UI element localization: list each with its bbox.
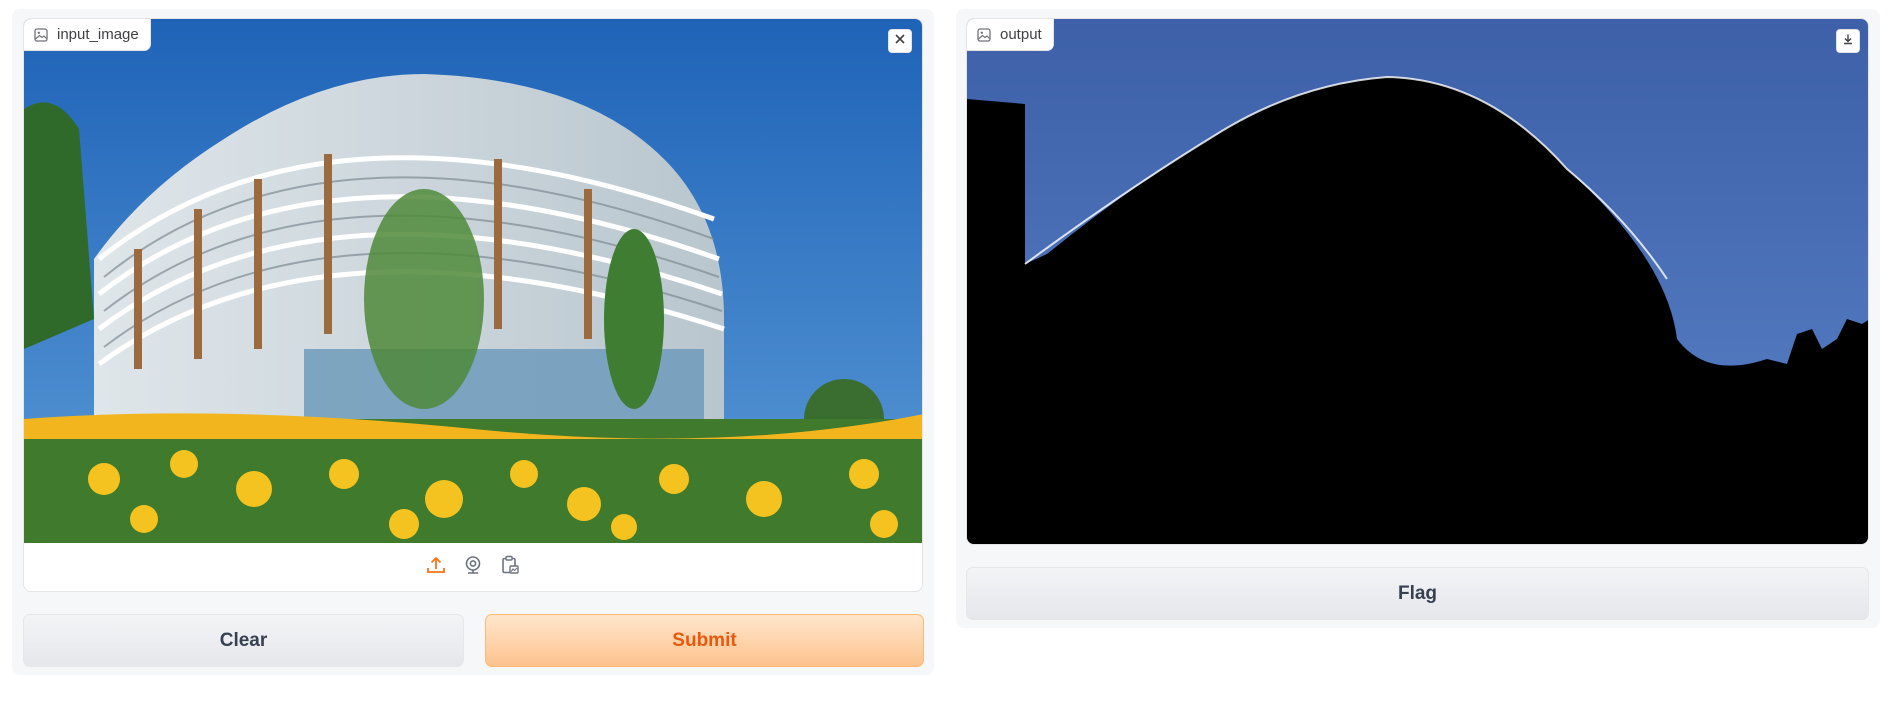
input-panel: input_image Clear Submit	[12, 9, 934, 675]
upload-icon	[426, 555, 446, 580]
source-selection-bar	[24, 543, 922, 591]
output-panel: output Flag	[956, 9, 1880, 628]
clipboard-icon	[500, 555, 520, 580]
clear-image-button[interactable]	[888, 29, 912, 53]
webcam-icon	[463, 555, 483, 580]
submit-button[interactable]: Submit	[485, 614, 924, 667]
image-icon	[977, 27, 991, 42]
input-image-label-text: input_image	[57, 26, 139, 43]
clipboard-source-button[interactable]	[500, 555, 520, 580]
webcam-source-button[interactable]	[463, 555, 483, 580]
clear-button[interactable]: Clear	[23, 614, 464, 667]
input-photo	[24, 19, 922, 545]
output-label: output	[967, 19, 1054, 51]
output-image-container: output	[966, 18, 1869, 545]
flag-button[interactable]: Flag	[966, 567, 1869, 620]
output-label-text: output	[1000, 26, 1042, 43]
download-icon	[1842, 32, 1854, 50]
output-mask-image	[967, 19, 1868, 544]
image-icon	[34, 27, 48, 42]
download-button[interactable]	[1836, 29, 1860, 53]
close-icon	[894, 32, 906, 50]
input-image-dropzone[interactable]: input_image	[23, 18, 923, 592]
input-image-label: input_image	[24, 19, 151, 51]
upload-source-button[interactable]	[426, 555, 446, 580]
